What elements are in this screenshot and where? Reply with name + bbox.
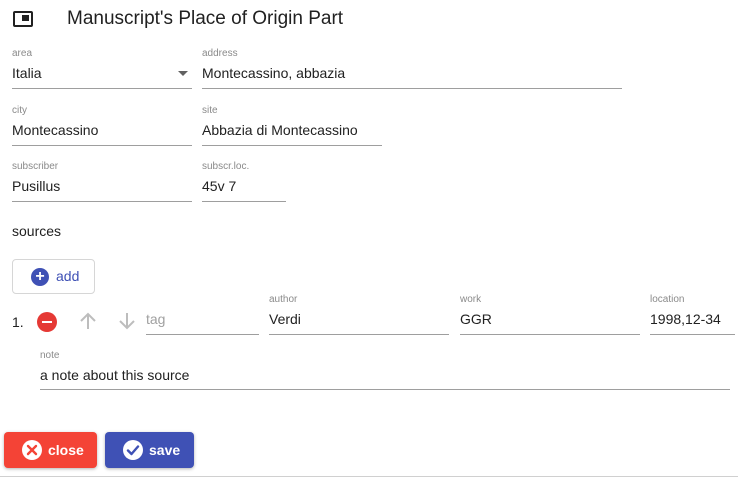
remove-source-icon[interactable] — [37, 312, 57, 332]
work-label: work — [460, 294, 482, 305]
add-circle-icon: + — [31, 268, 49, 286]
location-label: location — [650, 294, 685, 305]
subscriber-value: Pusillus — [12, 178, 61, 194]
site-label: site — [202, 105, 218, 116]
site-value: Abbazia di Montecassino — [202, 122, 358, 138]
page-title: Manuscript's Place of Origin Part — [67, 8, 344, 29]
author-label: author — [269, 294, 298, 305]
picture-in-picture-icon — [13, 11, 33, 27]
address-label: address — [202, 48, 238, 59]
move-down-icon[interactable] — [118, 311, 136, 331]
move-up-icon[interactable] — [79, 311, 97, 331]
address-value: Montecassino, abbazia — [202, 65, 346, 81]
divider — [0, 476, 738, 477]
save-button[interactable]: save — [105, 432, 194, 468]
add-source-button[interactable]: + add — [12, 259, 95, 294]
sources-heading: sources — [12, 223, 62, 239]
check-circle-icon — [123, 440, 143, 460]
area-value: Italia — [12, 65, 42, 81]
save-label: save — [149, 442, 181, 458]
note-label: note — [40, 350, 60, 361]
tag-placeholder: tag — [146, 311, 166, 327]
subscr-loc-label: subscr.loc. — [202, 161, 250, 172]
subscriber-label: subscriber — [12, 161, 59, 172]
dropdown-arrow-icon[interactable] — [178, 71, 188, 76]
work-value: GGR — [460, 311, 492, 327]
close-label: close — [48, 442, 84, 458]
close-button[interactable]: close — [4, 432, 97, 468]
note-value: a note about this source — [40, 367, 190, 383]
source-row-number: 1. — [12, 314, 24, 330]
area-label: area — [12, 48, 33, 59]
subscr-loc-value: 45v 7 — [202, 178, 237, 194]
location-value: 1998,12-34 — [650, 311, 721, 327]
add-label: add — [56, 268, 80, 284]
city-label: city — [12, 105, 27, 116]
city-value: Montecassino — [12, 122, 99, 138]
author-value: Verdi — [269, 311, 301, 327]
cancel-icon — [22, 440, 42, 460]
